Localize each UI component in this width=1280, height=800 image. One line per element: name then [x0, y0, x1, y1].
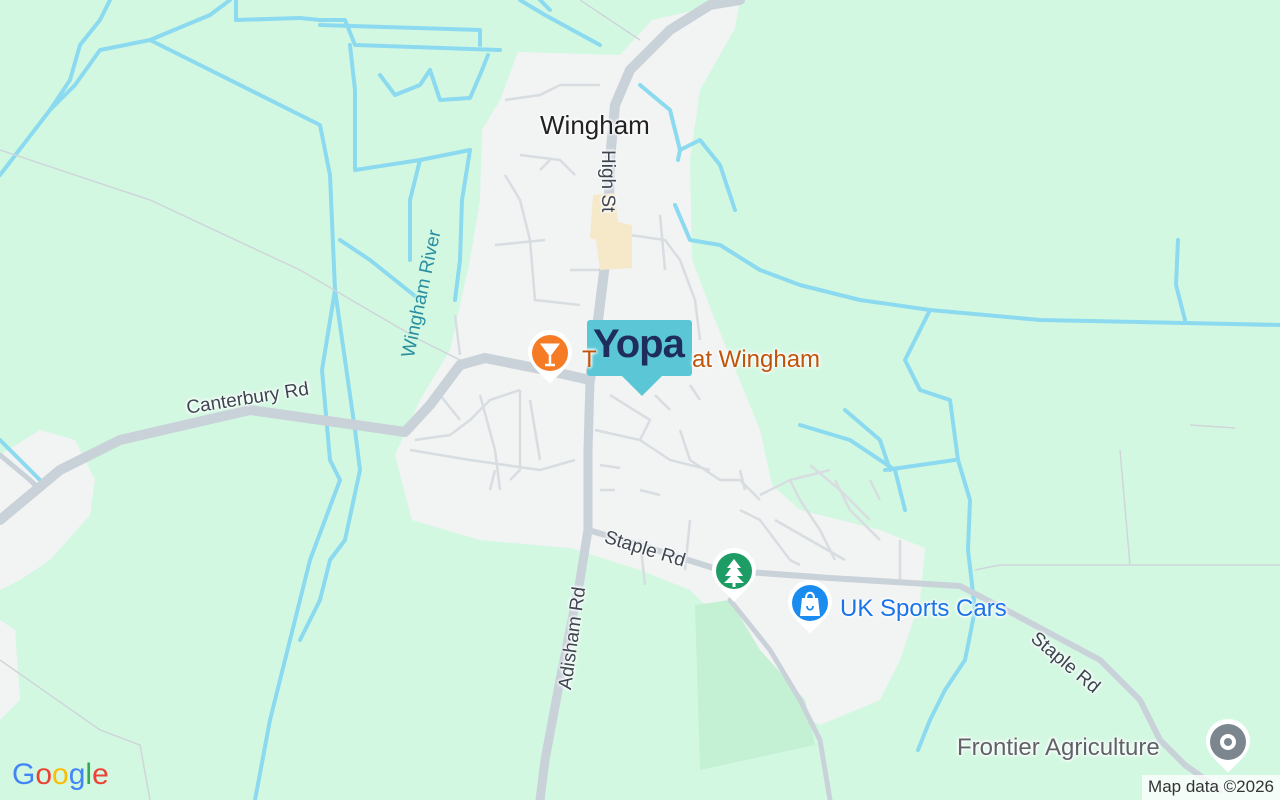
- map-attribution[interactable]: Map data ©2026: [1142, 775, 1280, 800]
- bar-label[interactable]: at Wingham: [692, 346, 820, 374]
- shop-label[interactable]: UK Sports Cars: [840, 595, 1007, 623]
- road-label-high-st: High St: [597, 150, 618, 213]
- yopa-logo: Yopa: [593, 322, 685, 366]
- bar-label-prefix[interactable]: T: [582, 346, 597, 374]
- location-dot-icon: [1220, 734, 1236, 750]
- google-logo: Google: [12, 758, 109, 791]
- town-label: Wingham: [540, 110, 650, 140]
- agri-label[interactable]: Frontier Agriculture: [957, 734, 1160, 762]
